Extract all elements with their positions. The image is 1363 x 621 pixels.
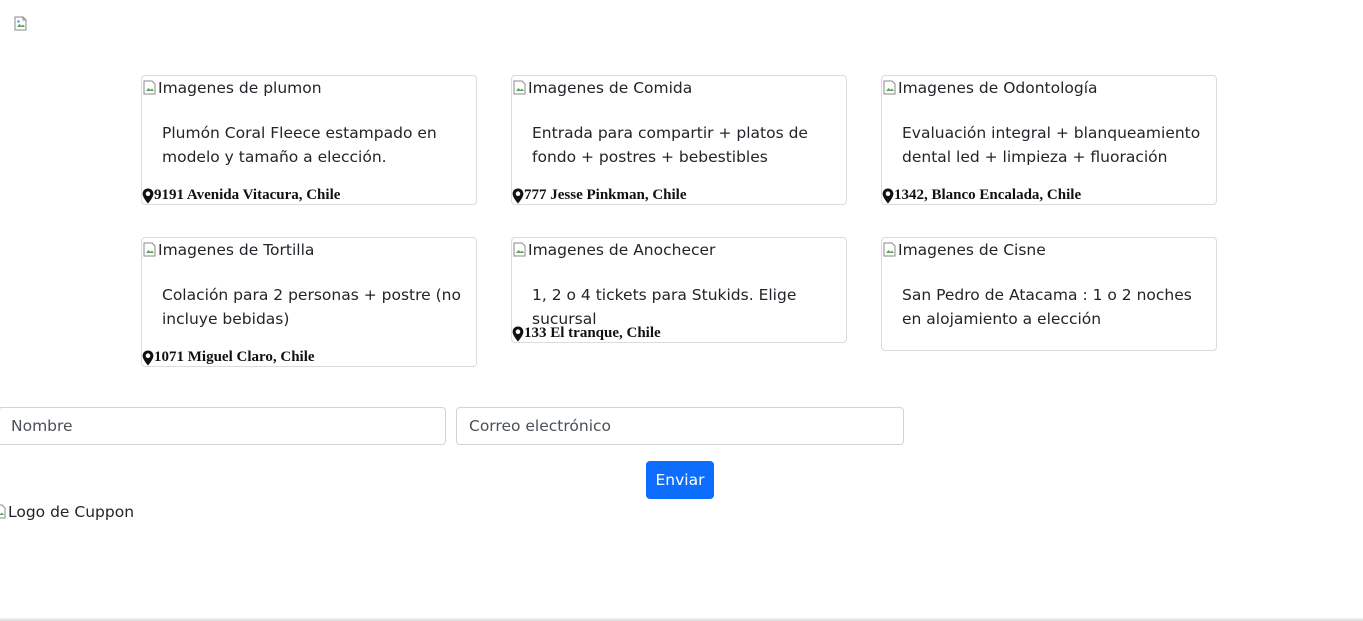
card-location: 777 Jesse Pinkman, Chile xyxy=(512,187,687,204)
card-location-text: 1071 Miguel Claro, Chile xyxy=(154,349,315,365)
broken-image-icon xyxy=(513,80,526,95)
card-location: 1342, Blanco Encalada, Chile xyxy=(882,187,1081,204)
deal-card[interactable]: Imagenes de plumon Plumón Coral Fleece e… xyxy=(141,75,477,205)
broken-image-icon xyxy=(883,242,896,257)
map-pin-icon xyxy=(142,350,154,365)
broken-image-icon xyxy=(143,80,156,95)
card-image: Imagenes de Anochecer xyxy=(512,241,715,259)
card-image-alt: Imagenes de plumon xyxy=(158,79,322,97)
card-location-text: 9191 Avenida Vitacura, Chile xyxy=(154,187,341,203)
map-pin-icon xyxy=(882,188,894,203)
map-pin-icon xyxy=(512,326,524,341)
card-image-alt: Imagenes de Cisne xyxy=(898,241,1046,259)
card-image-alt: Imagenes de Odontología xyxy=(898,79,1098,97)
deal-card[interactable]: Imagenes de Anochecer 1, 2 o 4 tickets p… xyxy=(511,237,847,343)
broken-image-icon xyxy=(143,242,156,257)
card-image: Imagenes de Comida xyxy=(512,79,692,97)
card-image-alt: Imagenes de Tortilla xyxy=(158,241,315,259)
broken-image-icon xyxy=(513,242,526,257)
card-location-text: 133 El tranque, Chile xyxy=(524,325,661,341)
card-image: Imagenes de Tortilla xyxy=(142,241,314,259)
name-input[interactable] xyxy=(0,407,446,445)
card-description: San Pedro de Atacama : 1 o 2 noches en a… xyxy=(902,286,1192,328)
card-description: 1, 2 o 4 tickets para Stukids. Elige suc… xyxy=(532,286,797,328)
card-description: Colación para 2 personas + postre (no in… xyxy=(162,286,461,328)
card-image: Imagenes de Odontología xyxy=(882,79,1098,97)
card-image: Imagenes de plumon xyxy=(142,79,322,97)
deal-card[interactable]: Imagenes de Cisne San Pedro de Atacama :… xyxy=(881,237,1217,351)
card-image-alt: Imagenes de Comida xyxy=(528,79,693,97)
card-location-text: 1342, Blanco Encalada, Chile xyxy=(894,187,1082,203)
submit-button[interactable]: Enviar xyxy=(646,461,714,499)
deal-card[interactable]: Imagenes de Comida Entrada para comparti… xyxy=(511,75,847,205)
broken-image-icon xyxy=(14,16,27,31)
map-pin-icon xyxy=(142,188,154,203)
map-pin-icon xyxy=(512,188,524,203)
card-location-text: 777 Jesse Pinkman, Chile xyxy=(524,187,687,203)
footer-logo-alt: Logo de Cuppon xyxy=(8,503,135,521)
card-image: Imagenes de Cisne xyxy=(882,241,1046,259)
broken-image-icon xyxy=(0,504,6,519)
broken-image-icon xyxy=(883,80,896,95)
deal-card[interactable]: Imagenes de Odontología Evaluación integ… xyxy=(881,75,1217,205)
card-location: 9191 Avenida Vitacura, Chile xyxy=(142,187,340,204)
page: Imagenes de plumon Plumón Coral Fleece e… xyxy=(0,0,1363,621)
card-description: Plumón Coral Fleece estampado en modelo … xyxy=(162,124,437,166)
card-location: 1071 Miguel Claro, Chile xyxy=(142,349,315,366)
card-image-alt: Imagenes de Anochecer xyxy=(528,241,716,259)
card-location: 133 El tranque, Chile xyxy=(512,325,661,342)
card-description: Evaluación integral + blanqueamiento den… xyxy=(902,124,1201,166)
card-description: Entrada para compartir + platos de fondo… xyxy=(532,124,808,166)
footer-logo: Logo de Cuppon xyxy=(0,503,134,521)
deal-card[interactable]: Imagenes de Tortilla Colación para 2 per… xyxy=(141,237,477,367)
email-input[interactable] xyxy=(456,407,904,445)
